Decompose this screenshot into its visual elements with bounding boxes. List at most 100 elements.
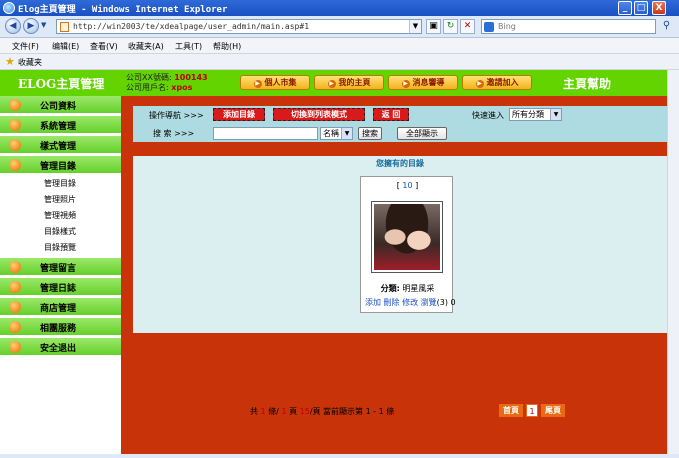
orange-bullet-icon [9, 301, 21, 313]
sidebar: 公司資料 系統管理 樣式管理 管理目錄 管理目錄 管理照片 管理視頻 目錄樣式 … [0, 96, 121, 454]
back-arrow-icon[interactable]: ◀ [5, 18, 21, 34]
help-title[interactable]: 主頁幫助 [563, 75, 611, 92]
sidebar-item-services[interactable]: 相團服務 [0, 318, 121, 336]
menu-bar: 文件(F) 编辑(E) 查看(V) 收藏夹(A) 工具(T) 帮助(H) [0, 38, 679, 54]
last-page-button[interactable]: 尾頁 [541, 404, 565, 417]
maximize-button[interactable]: □ [634, 1, 648, 15]
orange-bullet-icon [9, 341, 21, 353]
sidebar-item-system[interactable]: 系統管理 [0, 116, 121, 134]
category-label: 分類: [380, 284, 400, 293]
sidebar-item-logout[interactable]: 安全退出 [0, 338, 121, 356]
vertical-scrollbar[interactable] [667, 70, 679, 454]
directory-card: [ 10 ] 分類: 明星風采 添加 刪除 修改 瀏覽(3) 0 [360, 176, 456, 313]
company-user: xpos [171, 83, 193, 92]
search-label: 搜 索 >>> [153, 129, 195, 138]
menu-favorites[interactable]: 收藏夹(A) [128, 41, 164, 52]
stop-icon[interactable]: ✕ [460, 19, 475, 34]
favorites-bar: ★ 收藏夹 [0, 54, 679, 70]
add-directory-button[interactable]: 添加目錄 [213, 108, 265, 121]
sidebar-sub-directory[interactable]: 管理目錄 [44, 178, 76, 189]
count-number[interactable]: 10 [402, 181, 412, 190]
pager-total: 1 [260, 407, 266, 416]
show-all-button[interactable]: 全部顯示 [397, 127, 447, 140]
nav-invite-label: 邀請加入 [486, 78, 519, 87]
menu-file[interactable]: 文件(F) [12, 41, 39, 52]
sidebar-item-label: 商店管理 [40, 304, 77, 314]
status-bar [0, 454, 679, 458]
back-button[interactable]: 返 回 [373, 108, 409, 121]
field-select[interactable]: 名稱 ▼ [320, 127, 353, 140]
edit-link[interactable]: 修改 [402, 298, 418, 307]
view-count: (3) [436, 298, 448, 307]
company-id-label: 公司XX號碼: [126, 73, 172, 82]
main-area: 操作導航 >>> 添加目錄 切換到列表模式 返 回 快速進入 所有分類 ▼ 搜 索… [121, 96, 679, 454]
company-info: 公司XX號碼: 100143 公司用戶名: xpos [126, 73, 208, 93]
nav-homepage-button[interactable]: ▶ 我的主頁 [314, 75, 384, 90]
quick-access-value: 所有分類 [512, 110, 544, 119]
sidebar-item-guestbook[interactable]: 管理留言 [0, 258, 121, 276]
orange-bullet-icon [9, 261, 21, 273]
address-input[interactable]: http://win2003/te/xdealpage/user_admin/m… [56, 19, 422, 34]
directory-thumbnail[interactable] [371, 201, 443, 273]
menu-tools[interactable]: 工具(T) [175, 41, 202, 52]
favorites-star-icon[interactable]: ★ [5, 55, 15, 68]
refresh-icon[interactable]: ↻ [443, 19, 458, 34]
compat-view-icon[interactable]: ▣ [426, 19, 441, 34]
search-icon[interactable]: ⚲ [659, 19, 674, 34]
browse-link[interactable]: 瀏覽 [421, 298, 437, 307]
nav-invite-button[interactable]: ▶ 邀請加入 [462, 75, 532, 90]
nav-label: 操作導航 >>> [149, 111, 204, 120]
sidebar-item-style[interactable]: 樣式管理 [0, 136, 121, 154]
minimize-button[interactable]: _ [618, 1, 632, 15]
keyword-input[interactable] [213, 127, 318, 140]
menu-edit[interactable]: 编辑(E) [52, 41, 79, 52]
address-dropdown-icon[interactable]: ▼ [409, 20, 421, 33]
nav-messages-button[interactable]: ▶ 消息響導 [388, 75, 458, 90]
sidebar-item-label: 安全退出 [40, 344, 77, 354]
card-actions: 添加 刪除 修改 瀏覽(3) 0 [365, 297, 456, 308]
address-url: http://win2003/te/xdealpage/user_admin/m… [73, 22, 310, 31]
chevron-down-icon: ▼ [550, 109, 561, 120]
sidebar-item-label: 相團服務 [40, 324, 77, 334]
sidebar-sub-videos[interactable]: 管理視頻 [44, 210, 76, 221]
menu-help[interactable]: 帮助(H) [213, 41, 241, 52]
page-icon [60, 22, 69, 32]
nav-market-button[interactable]: ▶ 個人市集 [240, 75, 310, 90]
operation-toolbar: 操作導航 >>> 添加目錄 切換到列表模式 返 回 快速進入 所有分類 ▼ 搜 索… [133, 106, 667, 142]
sidebar-item-label: 管理目錄 [40, 162, 77, 172]
orange-bullet-icon [9, 281, 21, 293]
sidebar-item-directory[interactable]: 管理目錄 [0, 156, 121, 174]
delete-link[interactable]: 刪除 [384, 298, 400, 307]
sidebar-sub-dir-preview[interactable]: 目錄預覽 [44, 242, 76, 253]
pager-prefix: 共 [250, 407, 258, 416]
menu-view[interactable]: 查看(V) [90, 41, 118, 52]
close-button[interactable]: X [652, 1, 666, 15]
add-link[interactable]: 添加 [365, 298, 381, 307]
play-arrow-icon: ▶ [253, 80, 262, 88]
search-box[interactable] [481, 19, 656, 34]
view-count-b: 0 [450, 298, 456, 307]
window-title: Elog主頁管理 - Windows Internet Explorer [18, 5, 228, 15]
sidebar-item-log[interactable]: 管理日誌 [0, 278, 121, 296]
orange-bullet-icon [9, 159, 21, 171]
sidebar-item-company[interactable]: 公司資料 [0, 96, 121, 114]
search-input[interactable] [498, 21, 648, 32]
ie-logo-icon [3, 2, 15, 14]
pager-items-unit: 條/ [268, 407, 279, 416]
category-value: 明星風采 [402, 284, 435, 293]
switch-list-mode-button[interactable]: 切換到列表模式 [273, 108, 365, 121]
count-bracket: [ [396, 181, 400, 190]
sidebar-sub-dir-style[interactable]: 目錄樣式 [44, 226, 76, 237]
sidebar-sub-photos[interactable]: 管理照片 [44, 194, 76, 205]
orange-bullet-icon [9, 321, 21, 333]
quick-access-label: 快速進入 [472, 111, 504, 120]
favorites-label[interactable]: 收藏夹 [18, 57, 42, 68]
quick-access-select[interactable]: 所有分類 ▼ [509, 108, 562, 121]
first-page-button[interactable]: 首頁 [499, 404, 523, 417]
play-arrow-icon: ▶ [327, 80, 336, 88]
sidebar-item-store[interactable]: 商店管理 [0, 298, 121, 316]
forward-arrow-icon[interactable]: ▶ [23, 18, 39, 34]
history-dropdown-icon[interactable]: ▼ [41, 21, 46, 29]
current-page[interactable]: 1 [526, 404, 538, 417]
search-button[interactable]: 搜索 [358, 127, 382, 140]
